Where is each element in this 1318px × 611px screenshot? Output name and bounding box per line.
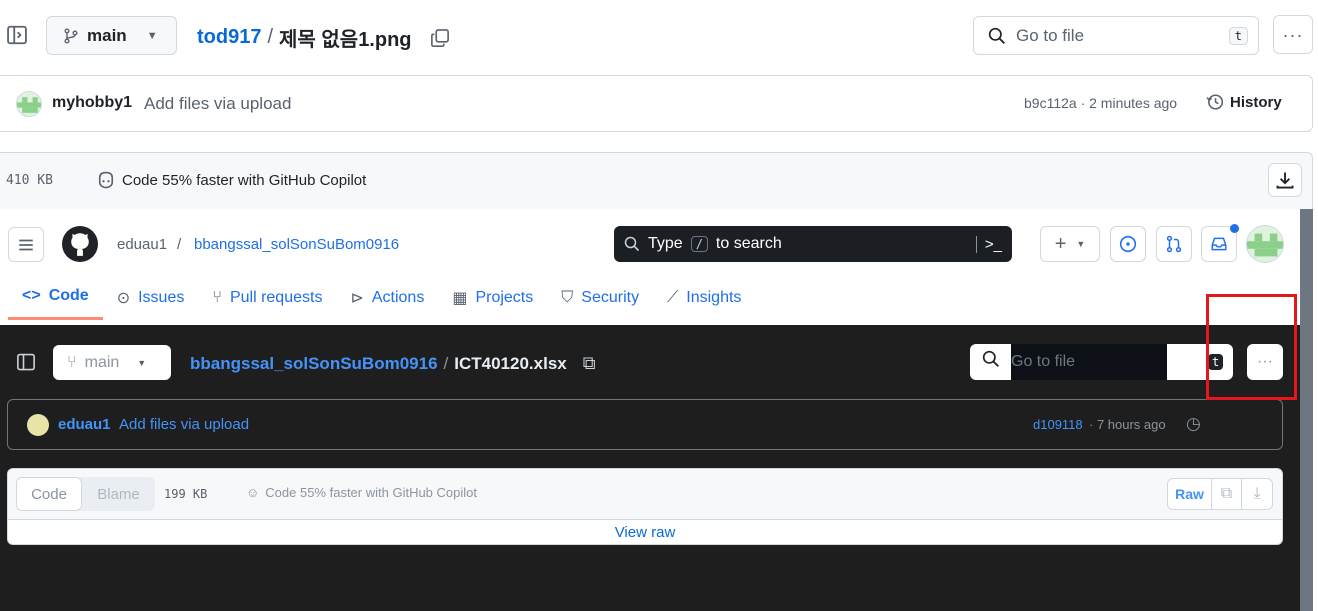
- toggle-blame: Blame: [97, 485, 140, 503]
- embedded-repo-link: bbangssal_solSonSuBom0916: [194, 236, 400, 253]
- embedded-commit-message: Add files via upload: [119, 416, 250, 433]
- breadcrumb: tod917 / 제목 없음1.png: [197, 23, 450, 52]
- chevron-down-icon: ▼: [1076, 239, 1086, 249]
- tab-issues: ⊙ Issues: [116, 288, 185, 307]
- embedded-file-actions: Raw ⧉ ⤓: [1167, 478, 1273, 510]
- issues-shortcut-button: [1110, 226, 1146, 262]
- plus-icon: +: [1054, 232, 1067, 255]
- branch-name: main: [87, 25, 127, 45]
- history-button[interactable]: History: [1206, 93, 1282, 111]
- embedded-search-bar: Type / to search >_: [614, 226, 1012, 262]
- view-raw-link: View raw: [614, 523, 676, 541]
- embedded-file-size: 199 KB: [164, 487, 208, 501]
- download-icon: [1276, 172, 1294, 189]
- sidebar-toggle-button[interactable]: [4, 22, 30, 48]
- search-suffix: to search: [715, 235, 782, 252]
- copy-path-icon[interactable]: [430, 28, 450, 48]
- search-icon: [988, 27, 1005, 44]
- code-icon: <>: [22, 287, 41, 304]
- shortcut-hint: t: [1228, 26, 1248, 45]
- embedded-owner-link: eduau1: [117, 236, 168, 253]
- breadcrumb-separator: /: [267, 26, 274, 48]
- embedded-commit-hash: d109118: [1033, 417, 1083, 432]
- copilot-icon: ☺: [246, 485, 260, 500]
- avatar[interactable]: [16, 91, 42, 117]
- raw-button: Raw: [1168, 479, 1212, 509]
- embedded-copilot-promo: ☺ Code 55% faster with GitHub Copilot: [246, 485, 477, 500]
- embedded-slash: /: [177, 236, 182, 253]
- go-to-file-placeholder: Go to file: [1016, 25, 1085, 45]
- copilot-promo-label: Code 55% faster with GitHub Copilot: [122, 171, 367, 189]
- download-button[interactable]: [1268, 163, 1302, 197]
- create-new-button: + ▼: [1040, 226, 1100, 262]
- play-icon: ⊳: [350, 289, 364, 307]
- copilot-icon: [98, 171, 114, 189]
- kebab-horizontal-icon: ···: [1282, 24, 1304, 45]
- issue-opened-icon: ⊙: [116, 289, 131, 307]
- embedded-commit-time: · 7 hours ago: [1089, 417, 1166, 432]
- table-icon: ▦: [452, 289, 468, 307]
- image-scrollbar: [1300, 209, 1313, 611]
- file-size: 410 KB: [6, 173, 53, 188]
- history-icon: [1206, 94, 1224, 110]
- search-icon: [624, 236, 640, 252]
- breadcrumb-repo-link[interactable]: tod917: [197, 26, 261, 49]
- download-icon: ⤓: [1253, 485, 1261, 502]
- git-branch-icon: [64, 28, 78, 43]
- highlight-annotation-box: [1206, 294, 1297, 400]
- pull-requests-shortcut-button: [1156, 226, 1192, 262]
- tab-code: <> Code: [8, 275, 103, 320]
- sidebar-expand-icon: [7, 25, 27, 45]
- github-logo-icon: [62, 226, 98, 262]
- more-options-button[interactable]: ···: [1273, 15, 1313, 54]
- go-to-file-input[interactable]: Go to file t: [973, 16, 1259, 55]
- embedded-goto-file: Go to file t: [970, 344, 1233, 380]
- breadcrumb-file-name: 제목 없음1.png: [279, 29, 412, 51]
- menu-icon: [19, 239, 33, 250]
- search-key-hint: /: [690, 236, 708, 252]
- inbox-icon: [1211, 237, 1227, 251]
- embedded-commit-avatar: [27, 414, 49, 436]
- shield-icon: ⛉: [561, 288, 574, 306]
- branch-selector-button[interactable]: main ▼: [46, 16, 177, 55]
- embedded-sidebar-toggle-icon: [16, 352, 36, 377]
- tab-security: ⛉ Security: [561, 288, 640, 306]
- code-blame-toggle: Code Blame: [16, 477, 155, 511]
- commit-author[interactable]: myhobby1: [52, 94, 132, 112]
- embedded-branch-button: ⑂ main ▼: [53, 345, 171, 380]
- chevron-down-icon: ▼: [146, 29, 158, 42]
- embedded-commit-author: eduau1: [58, 416, 111, 433]
- repo-nav-tabs: <> Code ⊙ Issues ⑂ Pull requests ⊳ Actions ▦…: [8, 275, 755, 320]
- tab-actions: ⊳ Actions: [350, 288, 425, 307]
- history-label: History: [1230, 93, 1282, 111]
- tab-insights: ⟋ Insights: [667, 288, 742, 306]
- toggle-code: Code: [16, 477, 82, 511]
- history-icon: ◷: [1186, 414, 1201, 433]
- copilot-promo[interactable]: Code 55% faster with GitHub Copilot: [96, 170, 366, 190]
- commit-message[interactable]: Add files via upload: [144, 94, 291, 114]
- notification-dot: [1230, 224, 1239, 233]
- embedded-view-raw-row: View raw: [7, 520, 1283, 545]
- search-icon: [982, 350, 1000, 373]
- git-pull-request-icon: ⑂: [212, 288, 222, 306]
- copy-icon: ⧉: [582, 353, 596, 373]
- embedded-breadcrumb: bbangssal_solSonSuBom0916 / ICT40120.xls…: [190, 353, 596, 373]
- commit-meta[interactable]: b9c112a · 2 minutes ago: [1024, 95, 1177, 111]
- git-pull-request-icon: [1166, 235, 1182, 253]
- copy-raw-icon: ⧉: [1212, 479, 1242, 509]
- command-palette-icon: >_: [975, 235, 1002, 253]
- hamburger-menu-button: [8, 227, 44, 262]
- embedded-avatar: [1246, 225, 1284, 263]
- graph-icon: ⟋: [667, 288, 679, 306]
- chevron-down-icon: ▼: [137, 357, 147, 368]
- git-branch-icon: ⑂: [67, 353, 77, 371]
- search-prefix: Type: [648, 235, 683, 252]
- issue-opened-icon: [1119, 235, 1137, 253]
- tab-projects: ▦ Projects: [452, 288, 534, 307]
- tab-pull-requests: ⑂ Pull requests: [212, 288, 323, 306]
